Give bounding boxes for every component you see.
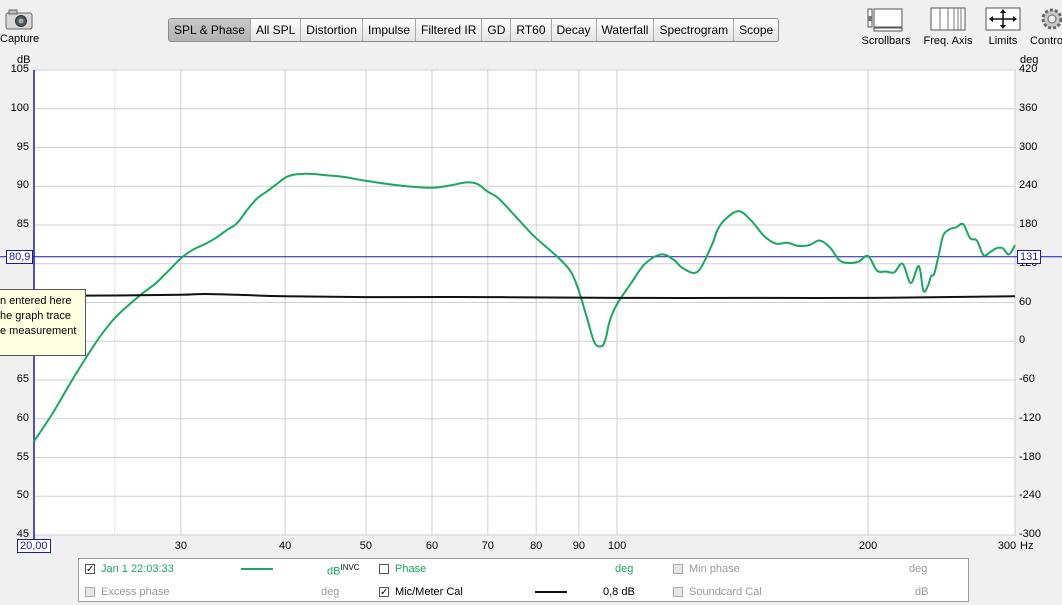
min-phase-label: Min phase <box>689 563 740 575</box>
tooltip-line: n entered here <box>0 295 72 307</box>
soundcard-cal-unit: dB <box>915 586 929 598</box>
measurement-checkbox[interactable]: ✓ <box>85 564 95 575</box>
trace-legend: ✓ Jan 1 22:03:33 dBINVC Phase deg Min ph… <box>78 558 969 602</box>
measurement-unit: dBINVC <box>327 563 360 578</box>
soundcard-cal-checkbox[interactable] <box>673 587 683 597</box>
soundcard-cal-label: Soundcard Cal <box>689 586 762 598</box>
min-phase-unit: deg <box>909 563 928 575</box>
phase-unit: deg <box>615 563 634 575</box>
excess-phase-unit: deg <box>321 586 340 598</box>
cursor-y-readout: 80,9 <box>6 250 34 264</box>
spl-chart[interactable] <box>0 0 1062 605</box>
tooltip-line: e measurement <box>0 325 77 337</box>
cursor-x-readout: 20,00 <box>17 539 51 553</box>
cursor-y2-readout: 131 <box>1017 250 1042 264</box>
min-phase-checkbox[interactable] <box>673 564 683 574</box>
excess-phase-checkbox[interactable] <box>85 587 95 597</box>
phase-label: Phase <box>395 563 427 575</box>
tooltip-line: he graph trace <box>0 310 71 322</box>
measurement-unit-text: dB <box>327 565 341 578</box>
measurement-label: Jan 1 22:03:33 <box>101 563 174 575</box>
measurement-unit-sup: INVC <box>340 563 360 572</box>
mic-cal-unit: 0,8 dB <box>603 586 635 598</box>
mic-cal-label: Mic/Meter Cal <box>395 586 463 598</box>
help-tooltip: n entered here he graph trace e measurem… <box>0 289 86 356</box>
mic-cal-checkbox[interactable]: ✓ <box>379 587 389 598</box>
mic-cal-swatch <box>535 591 567 593</box>
measurement-swatch <box>241 568 273 570</box>
phase-checkbox[interactable] <box>379 564 389 574</box>
excess-phase-label: Excess phase <box>101 586 170 598</box>
